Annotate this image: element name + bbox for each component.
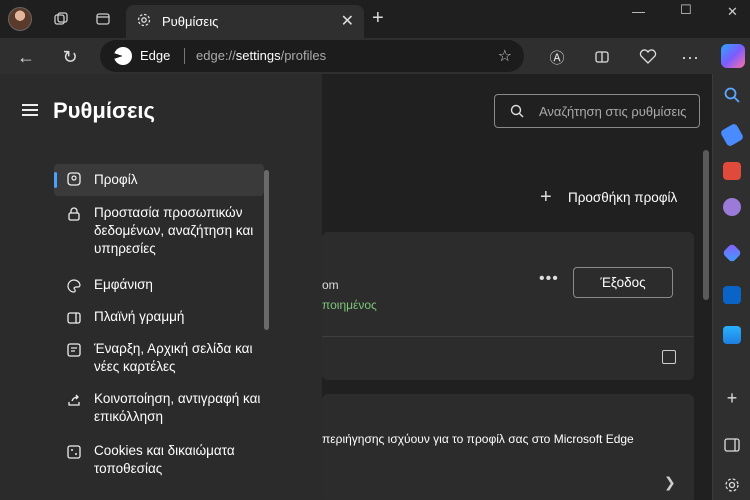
gear-icon[interactable] xyxy=(723,476,741,494)
chevron-right-icon[interactable]: ❯ xyxy=(664,474,676,491)
sidebar-item-profiles[interactable]: Προφίλ xyxy=(54,164,264,196)
plus-icon: + xyxy=(540,186,552,208)
search-icon[interactable] xyxy=(723,86,741,104)
copilot-icon[interactable] xyxy=(721,44,745,68)
add-app-icon[interactable]: + xyxy=(723,389,741,408)
sidebar-scrollbar[interactable] xyxy=(264,170,269,330)
profile-settings-description: περιήγησης ισχύουν για το προφίλ σας στο… xyxy=(322,432,634,446)
sidebar-item-label: Προφίλ xyxy=(94,172,138,187)
page-title: Ρυθμίσεις xyxy=(53,98,155,123)
start-page-icon xyxy=(67,343,81,357)
sidebar-item-label: Cookies και δικαιώματα τοποθεσίας xyxy=(94,443,235,476)
sidebar-item-label: Έναρξη, Αρχική σελίδα και νέες καρτέλες xyxy=(94,341,253,374)
sidebar-item-cookies[interactable]: Cookies και δικαιώματα τοποθεσίας xyxy=(54,442,264,480)
divider xyxy=(322,336,694,337)
workspaces-icon[interactable] xyxy=(48,6,74,32)
profile-card: om ποιημένος ••• Έξοδος xyxy=(322,232,694,380)
share-icon xyxy=(68,394,80,406)
add-profile-label: Προσθήκη προφίλ xyxy=(568,190,678,205)
sidebar-item-label: Κοινοποίηση, αντιγραφή και επικόλληση xyxy=(94,391,261,424)
browser-window: Ρυθμίσεις ✕ + — ☐ ✕ ← ↻ Edge edge://sett… xyxy=(0,0,750,500)
tab-settings[interactable]: Ρυθμίσεις ✕ xyxy=(126,5,364,38)
external-link-icon[interactable] xyxy=(662,350,676,364)
outlook-icon[interactable] xyxy=(723,286,741,304)
cookies-permissions-icon xyxy=(67,445,81,459)
divider xyxy=(184,48,185,64)
sidebar-item-privacy[interactable]: Προστασία προσωπικών δεδομένων, αναζήτησ… xyxy=(54,204,264,260)
browser-essentials-icon[interactable] xyxy=(636,45,660,69)
more-menu-icon[interactable]: ··· xyxy=(678,45,702,69)
search-icon xyxy=(510,104,524,118)
more-options-icon[interactable]: ••• xyxy=(539,270,559,288)
tab-actions-icon[interactable] xyxy=(90,6,116,32)
tab-title: Ρυθμίσεις xyxy=(162,14,219,29)
edge-sidebar: + xyxy=(712,74,750,500)
sidebar-item-sidebar[interactable]: Πλαϊνή γραμμή xyxy=(54,308,264,328)
profile-icon xyxy=(67,172,81,186)
site-label: Edge xyxy=(140,48,171,63)
main-scrollbar[interactable] xyxy=(703,150,709,300)
favorite-star-icon[interactable]: ☆ xyxy=(498,46,512,66)
search-placeholder: Αναζήτηση στις ρυθμίσεις xyxy=(539,104,687,119)
settings-sidebar: Ρυθμίσεις Προφίλ Προστασία προσωπικών δε… xyxy=(0,74,322,500)
copilot-m365-icon[interactable] xyxy=(722,243,742,263)
profile-email-fragment: om xyxy=(322,278,339,292)
refresh-button[interactable]: ↻ xyxy=(58,45,82,69)
sidebar-item-label: Πλαϊνή γραμμή xyxy=(94,309,185,324)
settings-search-input[interactable]: Αναζήτηση στις ρυθμίσεις xyxy=(494,94,700,128)
drop-icon[interactable] xyxy=(723,326,741,344)
sidebar-item-appearance[interactable]: Εμφάνιση xyxy=(54,276,264,296)
back-button[interactable]: ← xyxy=(14,45,38,69)
split-screen-icon[interactable] xyxy=(590,45,614,69)
sidebar-item-share-copy-paste[interactable]: Κοινοποίηση, αντιγραφή και επικόλληση xyxy=(54,390,264,428)
lock-icon xyxy=(68,207,80,221)
read-aloud-icon[interactable]: Ⓐ xyxy=(545,45,569,69)
palette-icon xyxy=(67,279,81,293)
sidebar-item-label: Προστασία προσωπικών δεδομένων, αναζήτησ… xyxy=(94,205,254,256)
menu-icon[interactable] xyxy=(22,104,38,116)
gear-icon xyxy=(136,12,152,33)
sign-out-button[interactable]: Έξοδος xyxy=(573,267,673,298)
new-tab-button[interactable]: + xyxy=(372,8,384,28)
close-tab-icon[interactable]: ✕ xyxy=(341,11,354,31)
shopping-tag-icon[interactable] xyxy=(719,122,745,148)
address-bar[interactable]: Edge edge://settings/profiles ☆ xyxy=(100,40,524,72)
games-icon[interactable] xyxy=(723,198,741,216)
sync-status-text: ποιημένος xyxy=(322,298,377,312)
sidebar-layout-icon[interactable] xyxy=(723,436,741,454)
profile-avatar[interactable] xyxy=(8,7,32,31)
close-window-button[interactable]: ✕ xyxy=(727,4,738,20)
sidebar-item-start-home[interactable]: Έναρξη, Αρχική σελίδα και νέες καρτέλες xyxy=(54,340,264,378)
url-text: edge://settings/profiles xyxy=(196,48,327,63)
edge-logo-icon xyxy=(114,47,132,65)
minimize-button[interactable]: — xyxy=(632,4,645,19)
tools-icon[interactable] xyxy=(723,162,741,180)
sidebar-icon xyxy=(67,312,81,324)
toolbar: ← ↻ Edge edge://settings/profiles ☆ Ⓐ ··… xyxy=(0,38,750,74)
tab-strip: Ρυθμίσεις ✕ + — ☐ ✕ xyxy=(0,0,750,38)
main-content: Αναζήτηση στις ρυθμίσεις + Προσθήκη προφ… xyxy=(322,74,712,500)
sidebar-item-label: Εμφάνιση xyxy=(94,277,153,292)
maximize-button[interactable]: ☐ xyxy=(680,2,692,18)
profile-settings-card: περιήγησης ισχύουν για το προφίλ σας στο… xyxy=(322,394,694,500)
